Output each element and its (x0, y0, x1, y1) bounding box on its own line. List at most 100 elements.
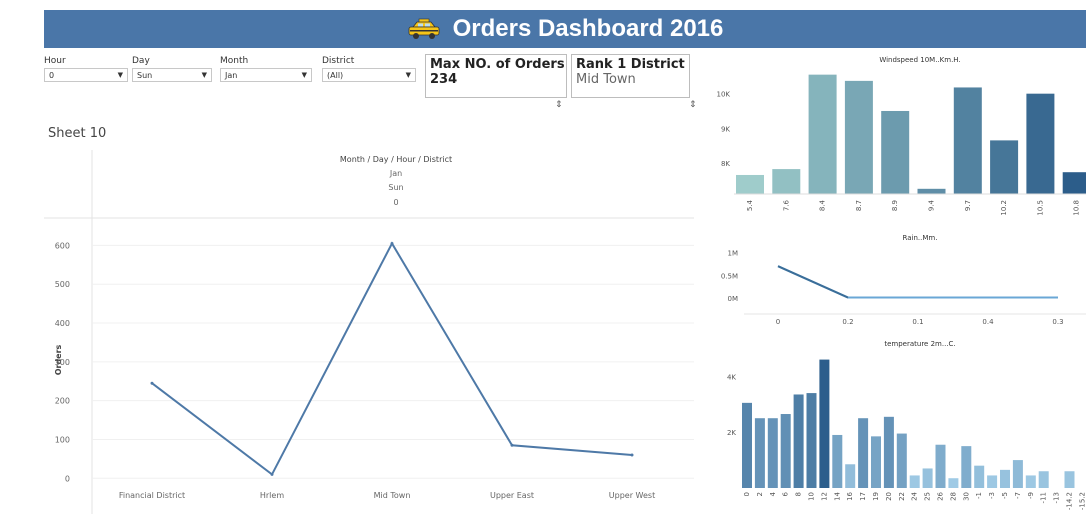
hour-dropdown[interactable]: 0 ▼ (44, 68, 128, 82)
x-tick-label: 12 (820, 492, 828, 501)
x-tick-label: 24 (911, 491, 919, 500)
windspeed-bar[interactable] (881, 110, 910, 194)
windspeed-bar[interactable] (917, 188, 946, 194)
x-tick-label: 10.8 (1073, 200, 1081, 216)
temperature-bar[interactable] (871, 436, 881, 488)
x-tick-label: Upper West (609, 491, 655, 500)
temperature-bar[interactable] (845, 464, 856, 488)
temperature-bar[interactable] (806, 393, 817, 488)
temperature-bar[interactable] (754, 418, 765, 488)
rain-series-line (777, 265, 1058, 299)
district-dropdown[interactable]: (All) ▼ (322, 68, 416, 82)
max-orders-value: 234 (430, 72, 458, 87)
district-dropdown-value: (All) (327, 70, 344, 80)
taxi-icon (408, 18, 439, 39)
month-dropdown[interactable]: Jan ▼ (220, 68, 312, 82)
x-tick-label: 10.5 (1036, 200, 1044, 216)
x-tick-label: Financial District (119, 491, 185, 500)
temperature-bar[interactable] (832, 434, 843, 488)
x-tick-label: Hrlem (260, 491, 284, 500)
temperature-bar[interactable] (1064, 471, 1075, 488)
x-tick-label: -3 (988, 492, 996, 499)
chevron-down-icon: ▼ (405, 71, 411, 79)
x-tick-label: 8.4 (819, 199, 827, 211)
x-tick-label: 4 (769, 491, 777, 496)
month-filter: Month Jan ▼ (220, 56, 312, 82)
day-filter-label: Day (132, 56, 150, 66)
hour-dropdown-value: 0 (49, 70, 55, 80)
x-tick-label: 10.2 (1000, 200, 1008, 216)
windspeed-bar[interactable] (772, 169, 801, 194)
temperature-bar[interactable] (948, 478, 959, 488)
windspeed-bar[interactable] (990, 140, 1019, 194)
x-tick-label: 9.7 (964, 200, 972, 211)
y-tick-label: 0M (728, 295, 739, 303)
temperature-bar[interactable] (1000, 469, 1010, 488)
chevron-down-icon: ▼ (301, 71, 307, 79)
rain-series-segment (777, 265, 849, 299)
temperature-bar[interactable] (974, 465, 985, 488)
x-tick-label: Mid Town (374, 491, 411, 500)
windspeed-bar[interactable] (1062, 172, 1086, 194)
max-orders-title: Max NO. of Orders (430, 57, 565, 72)
temperature-bar[interactable] (767, 418, 778, 488)
windspeed-bar[interactable] (736, 174, 764, 194)
scroll-arrows-icon[interactable]: ⇕ (689, 100, 697, 110)
x-tick-label: 6 (782, 491, 790, 496)
temperature-bar[interactable] (883, 416, 894, 488)
orders-data-point[interactable] (150, 381, 154, 385)
temperature-bar[interactable] (961, 446, 972, 488)
y-tick-label: 200 (55, 397, 70, 406)
y-tick-label: 2K (727, 429, 736, 437)
dashboard-banner: Orders Dashboard 2016 (44, 10, 1086, 48)
x-tick-label: 0.3 (1052, 318, 1063, 326)
weather-charts: Windspeed 10M..Km.H. Rain..Mm. temperatu… (717, 56, 1086, 510)
x-tick-label: 20 (885, 492, 893, 501)
temperature-bar[interactable] (780, 414, 791, 488)
y-tick-label: 9K (721, 125, 730, 133)
orders-data-point[interactable] (510, 443, 514, 447)
x-tick-label: 0 (743, 492, 751, 496)
x-tick-label: 0.2 (842, 318, 853, 326)
temperature-bar[interactable] (896, 433, 907, 488)
temperature-bar[interactable] (742, 402, 752, 488)
x-tick-label: 28 (949, 492, 957, 501)
temperature-bar[interactable] (935, 444, 946, 488)
day-dropdown[interactable]: Sun ▼ (132, 68, 212, 82)
scroll-arrows-icon[interactable]: ⇕ (555, 100, 563, 110)
x-tick-label: -13 (1053, 492, 1061, 503)
temperature-bar[interactable] (1025, 475, 1036, 488)
weather-charts-panel: Windspeed 10M..Km.H. Rain..Mm. temperatu… (700, 52, 1086, 514)
y-tick-label: 300 (55, 358, 70, 367)
y-tick-label: 100 (55, 435, 70, 444)
y-tick-label: 10K (717, 91, 731, 99)
orders-data-point[interactable] (390, 241, 394, 245)
temperature-bar[interactable] (793, 394, 804, 488)
y-tick-label: 400 (55, 319, 70, 328)
x-tick-label: 5.4 (746, 199, 754, 211)
x-tick-label: 10 (808, 492, 816, 501)
x-tick-label: 0.1 (912, 318, 923, 326)
chart-header-hour: 0 (393, 198, 398, 207)
x-tick-label: 14 (833, 491, 841, 500)
windspeed-bar[interactable] (844, 80, 873, 194)
x-tick-label: 7.6 (782, 199, 790, 211)
temperature-bar[interactable] (909, 475, 920, 488)
temperature-bar[interactable] (922, 468, 933, 488)
y-tick-label: 600 (55, 241, 70, 250)
windspeed-bar[interactable] (953, 87, 982, 194)
rank1-value: Mid Town (576, 72, 636, 87)
temperature-bar[interactable] (987, 475, 998, 488)
temperature-bar[interactable] (819, 359, 830, 488)
temperature-title: temperature 2m...C. (884, 340, 955, 348)
temperature-bar[interactable] (1012, 460, 1023, 488)
temperature-bar[interactable] (1038, 471, 1049, 488)
x-tick-label: 8.9 (891, 200, 899, 211)
temperature-bar[interactable] (858, 418, 869, 488)
y-tick-label: 4K (727, 373, 736, 381)
windspeed-bar[interactable] (1026, 93, 1055, 194)
orders-data-point[interactable] (630, 453, 634, 457)
windspeed-bar[interactable] (808, 74, 837, 194)
dashboard-title: Orders Dashboard 2016 (452, 15, 724, 42)
orders-data-point[interactable] (270, 472, 274, 476)
